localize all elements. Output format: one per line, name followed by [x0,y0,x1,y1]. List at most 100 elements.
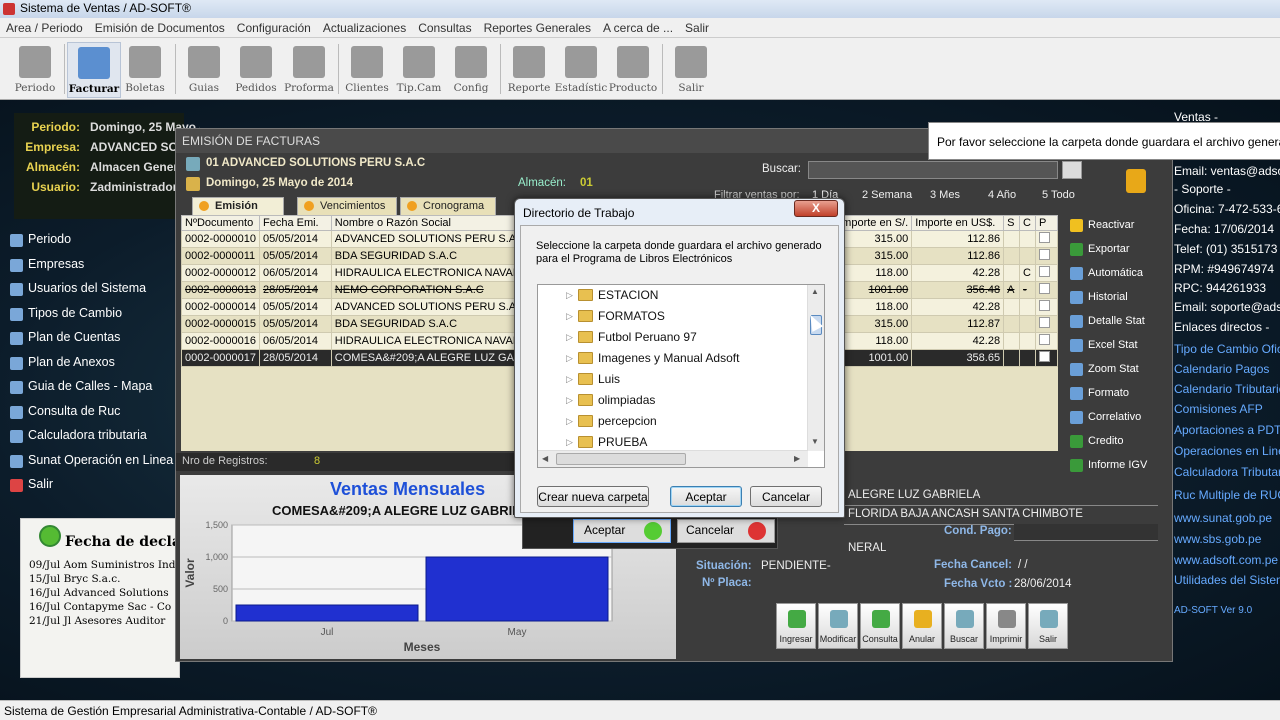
toolbar-config-button[interactable]: Config [444,42,498,98]
toolbar-producto-button[interactable]: Producto [606,42,660,98]
sidenav-periodo[interactable]: Periodo [0,228,176,253]
row-checkbox[interactable] [1039,266,1051,277]
menu-emision[interactable]: Emisión de Documentos [89,18,231,38]
horizontal-scrollbar[interactable]: ◀ ▶ [538,450,808,467]
col-fecha[interactable]: Fecha Emi. [258,215,332,231]
scroll-right-icon[interactable]: ▶ [794,454,800,463]
correlativo-button[interactable]: Correlativo [1064,407,1166,429]
toolbar-pedidos-button[interactable]: Pedidos [229,42,283,98]
link[interactable]: Aportaciones a PDTs [1174,423,1280,437]
folder-item[interactable]: ▷ ESTACION [538,285,658,306]
link-email-soporte[interactable]: Email: soporte@adsoft [1174,300,1280,314]
credito-button[interactable]: Credito [1064,431,1166,453]
new-folder-button[interactable]: Crear nueva carpeta [537,486,649,507]
cancel-behind-button[interactable]: Cancelar [677,519,775,543]
accept-behind-button[interactable]: Aceptar [573,519,671,543]
expand-arrow-icon[interactable]: ▷ [566,290,573,301]
link[interactable]: Calculadora Tributaria [1174,465,1280,479]
col-c[interactable]: C [1019,215,1037,231]
menu-consultas[interactable]: Consultas [412,18,477,38]
expand-arrow-icon[interactable]: ▷ [566,332,573,343]
folder-item[interactable]: ▷ Luis [538,369,620,390]
col-importe-usd[interactable]: Importe en US$. [911,215,1005,231]
menu-salir[interactable]: Salir [679,18,715,38]
tab-cronograma[interactable]: Cronograma [400,197,496,215]
tab-vencimientos[interactable]: Vencimientos [297,197,397,215]
link[interactable]: Calendario Tributario [1174,382,1280,396]
sidenav-guia-calles[interactable]: Guia de Calles - Mapa [0,375,176,400]
link[interactable]: www.adsoft.com.pe [1174,553,1278,567]
row-checkbox[interactable] [1039,249,1051,260]
vertical-scrollbar[interactable]: ▲ ▼ [807,285,824,451]
toolbar-salir-button[interactable]: Salir [664,42,718,98]
expand-arrow-icon[interactable]: ▷ [566,311,573,322]
dialog-close-button[interactable]: X [794,200,838,217]
zoom-stat-button[interactable]: Zoom Stat [1064,359,1166,381]
row-checkbox[interactable] [1039,334,1051,345]
sidenav-plan-anexos[interactable]: Plan de Anexos [0,351,176,376]
ingresar-button[interactable]: Ingresar [776,603,816,649]
toolbar-boletas-button[interactable]: Boletas [118,42,172,98]
sidenav-plan-cuentas[interactable]: Plan de Cuentas [0,326,176,351]
row-checkbox[interactable] [1039,283,1051,294]
filter-5-todo[interactable]: 5 Todo [1042,189,1075,201]
scroll-up-icon[interactable]: ▲ [811,287,819,296]
detalle-stat-button[interactable]: Detalle Stat [1064,311,1166,333]
link[interactable]: www.sunat.gob.pe [1174,511,1272,525]
exportar-button[interactable]: Exportar [1064,239,1166,261]
accept-button[interactable]: Aceptar [670,486,742,507]
link[interactable]: Comisiones AFP [1174,402,1263,416]
scroll-down-icon[interactable]: ▼ [811,437,819,446]
salir-button[interactable]: Salir [1028,603,1068,649]
cond-pago-field[interactable] [1014,524,1158,541]
menu-area-periodo[interactable]: Area / Periodo [0,18,89,38]
toolbar-facturar-button[interactable]: Facturar [67,42,121,98]
folder-item[interactable]: ▷ Imagenes y Manual Adsoft [538,348,739,369]
scrollbar-thumb[interactable] [556,453,686,465]
toolbar-proforma-button[interactable]: Proforma [282,42,336,98]
filter-2-semana[interactable]: 2 Semana [862,189,912,201]
col-s[interactable]: S [1003,215,1021,231]
modificar-button[interactable]: Modificar [818,603,858,649]
folder-item[interactable]: ▷ FORMATOS [538,306,665,327]
informe-igv-button[interactable]: Informe IGV [1064,455,1166,477]
menu-actualizaciones[interactable]: Actualizaciones [317,18,412,38]
row-checkbox[interactable] [1039,351,1051,362]
expand-arrow-icon[interactable]: ▷ [566,416,573,427]
search-input[interactable] [808,161,1058,179]
link-email-ventas[interactable]: Email: ventas@adsoft [1174,164,1280,178]
link[interactable]: Calendario Pagos [1174,362,1269,376]
col-p[interactable]: P [1035,215,1058,231]
sidenav-salir[interactable]: Salir [0,473,176,498]
toolbar-guias-button[interactable]: Guias [177,42,231,98]
sidenav-tipos-cambio[interactable]: Tipos de Cambio [0,302,176,327]
expand-arrow-icon[interactable]: ▷ [566,353,573,364]
sidenav-calculadora[interactable]: Calculadora tributaria [0,424,176,449]
toolbar-estadistic-button[interactable]: Estadístic [554,42,608,98]
folder-item[interactable]: ▷ percepcion [538,411,657,432]
expand-arrow-icon[interactable]: ▷ [566,374,573,385]
sidenav-usuarios[interactable]: Usuarios del Sistema [0,277,176,302]
expand-arrow-icon[interactable]: ▷ [566,395,573,406]
scroll-left-icon[interactable]: ◀ [542,454,548,463]
toolbar-tipcam-button[interactable]: Tip.Cam [392,42,446,98]
sidenav-consulta-ruc[interactable]: Consulta de Ruc [0,400,176,425]
anular-button[interactable]: Anular [902,603,942,649]
sidenav-empresas[interactable]: Empresas [0,253,176,278]
link[interactable]: Tipo de Cambio Oficial [1174,342,1280,356]
filter-3-mes[interactable]: 3 Mes [930,189,960,201]
link[interactable]: Operaciones en Linea [1174,444,1280,458]
historial-button[interactable]: Historial [1064,287,1166,309]
menu-configuracion[interactable]: Configuración [231,18,317,38]
row-checkbox[interactable] [1039,317,1051,328]
row-checkbox[interactable] [1039,232,1051,243]
filter-4-ano[interactable]: 4 Año [988,189,1016,201]
col-documento[interactable]: NºDocumento [181,215,260,231]
link[interactable]: www.sbs.gob.pe [1174,532,1261,546]
formato-button[interactable]: Formato [1064,383,1166,405]
consulta-button[interactable]: Consulta [860,603,900,649]
link[interactable]: Utilidades del Sistema [1174,573,1280,587]
expand-arrow-icon[interactable]: ▷ [566,437,573,448]
toolbar-reporte-button[interactable]: Reporte [502,42,556,98]
folder-item[interactable]: ▷ Futbol Peruano 97 [538,327,697,348]
